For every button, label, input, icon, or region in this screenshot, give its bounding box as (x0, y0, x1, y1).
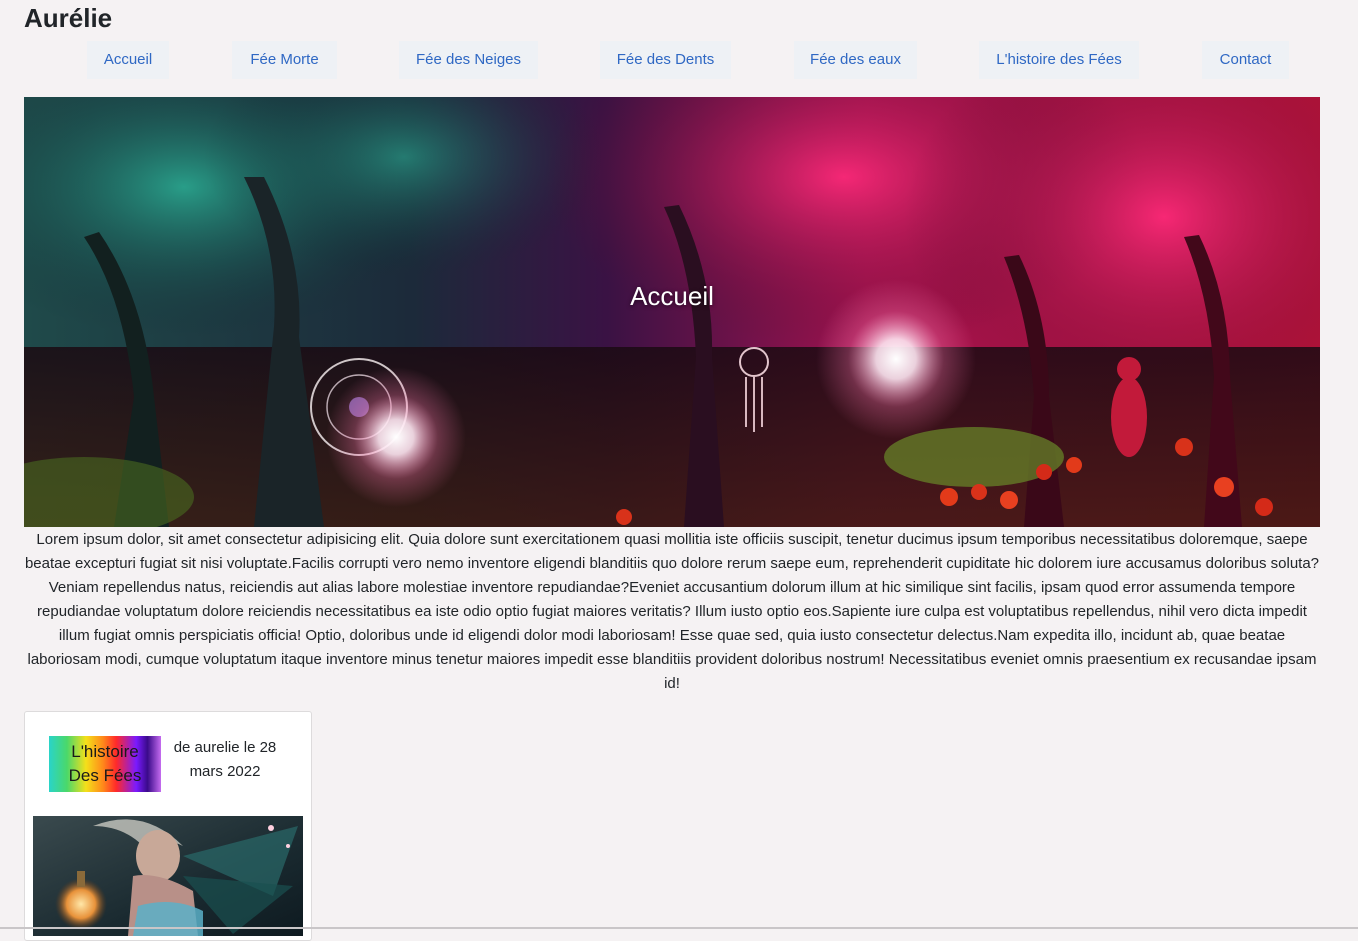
site-title: Aurélie (24, 3, 113, 33)
article-image[interactable] (33, 816, 303, 936)
article-card[interactable]: L'histoire Des Fées de aurelie le 28 mar… (24, 711, 312, 941)
nav-item-histoire-des-fees[interactable]: L'histoire des Fées (979, 41, 1139, 79)
nav-item-accueil[interactable]: Accueil (87, 41, 169, 79)
article-logo-line2: Des Fées (68, 766, 142, 785)
nav-item-contact[interactable]: Contact (1202, 41, 1289, 79)
nav-item-fee-morte[interactable]: Fée Morte (232, 41, 337, 79)
hero-banner: Accueil (24, 97, 1320, 527)
nav-item-fee-des-dents[interactable]: Fée des Dents (600, 41, 731, 79)
nav-item-fee-des-eaux[interactable]: Fée des eaux (794, 41, 917, 79)
main-nav: Accueil Fée Morte Fée des Neiges Fée des… (0, 41, 1358, 79)
hero-title: Accueil (630, 281, 714, 311)
fairy-image (33, 816, 303, 936)
intro-paragraph: Lorem ipsum dolor, sit amet consectetur … (24, 531, 1320, 692)
article-meta: de aurelie le 28 mars 2022 (173, 739, 277, 780)
nav-item-fee-des-neiges[interactable]: Fée des Neiges (399, 41, 538, 79)
article-logo: L'histoire Des Fées (49, 736, 161, 792)
article-logo-line1: L'histoire (71, 742, 139, 761)
